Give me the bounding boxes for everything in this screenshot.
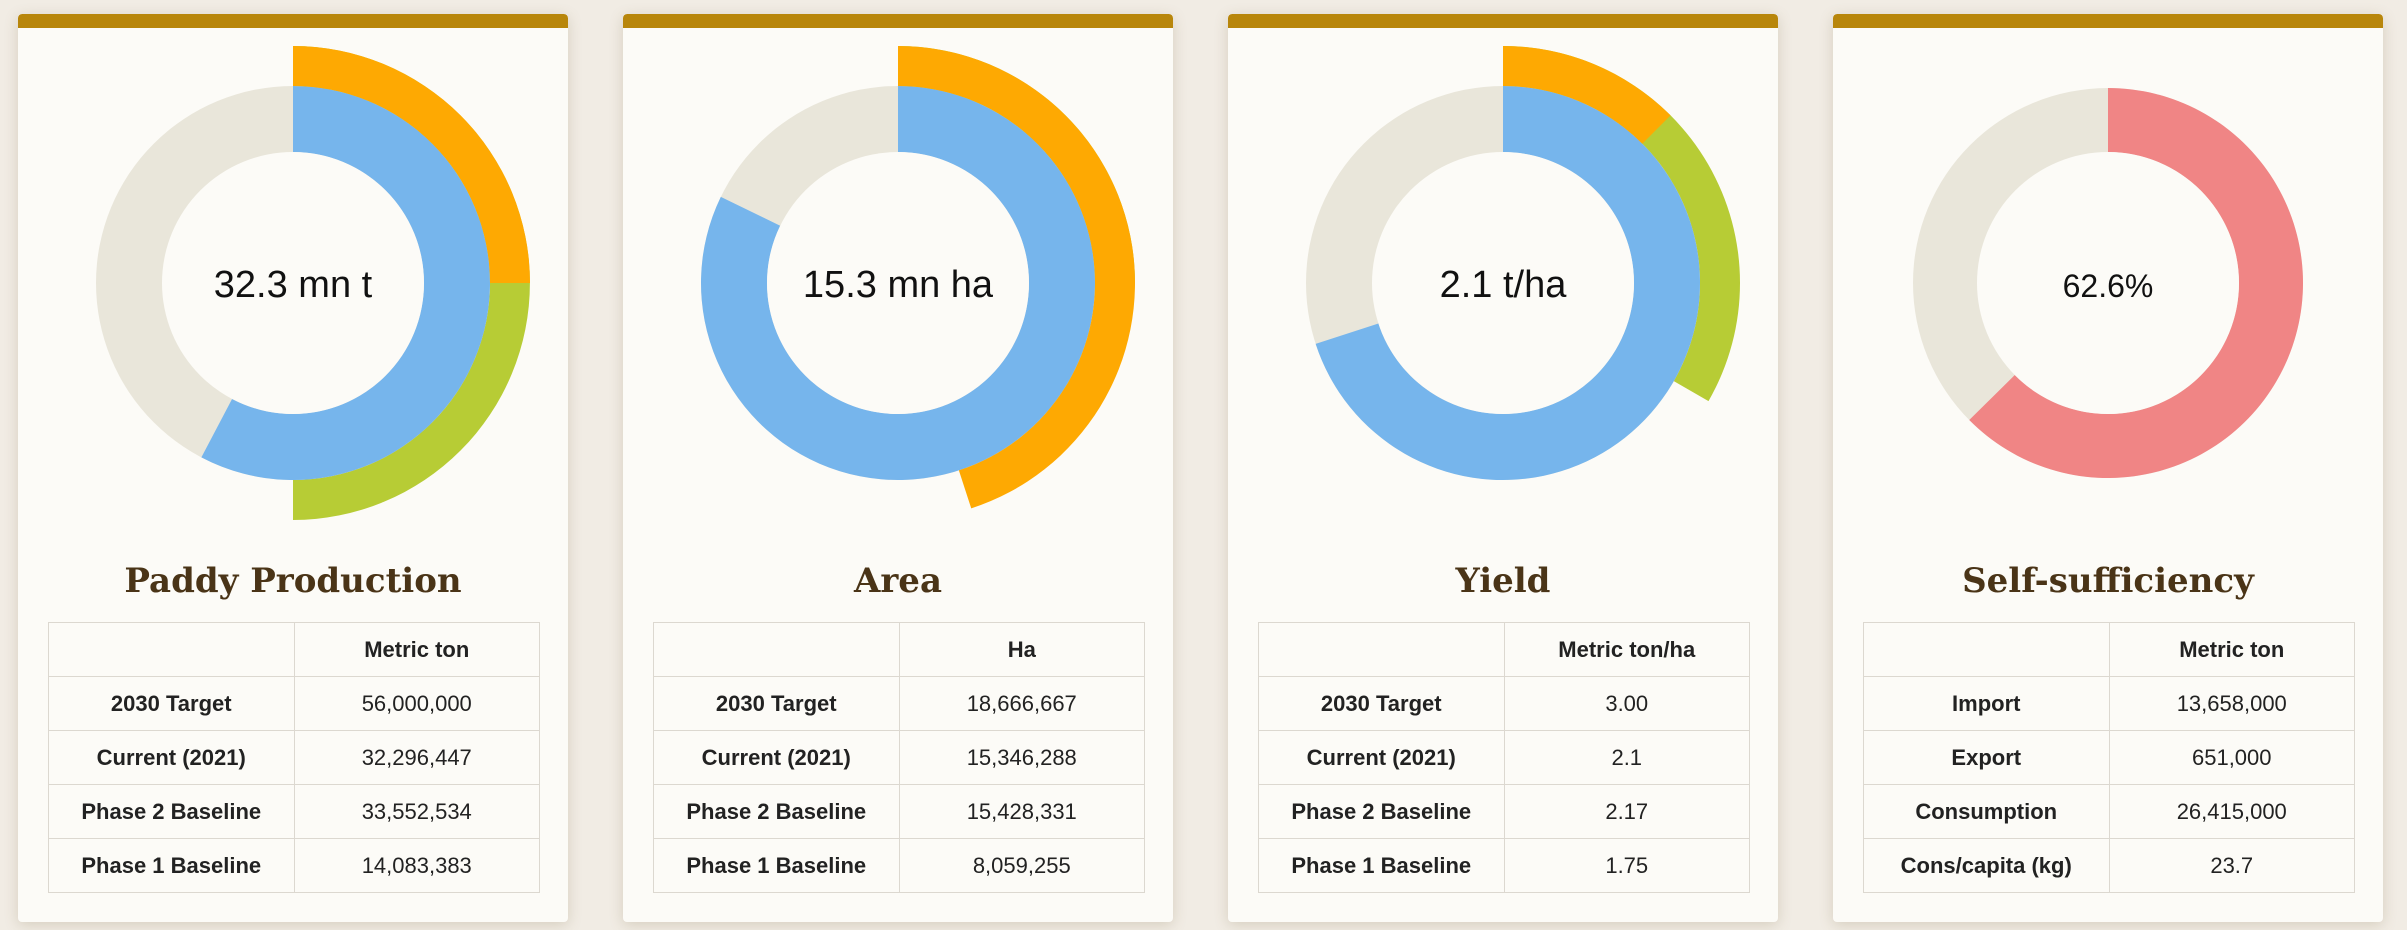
card-title: Yield [1455, 561, 1551, 601]
row-value: 26,415,000 [2108, 784, 2355, 839]
donut-chart-self-sufficiency: 62.6% [1913, 88, 2303, 479]
row-label: Phase 2 Baseline [1258, 784, 1505, 839]
card-title: Area [854, 561, 942, 601]
row-value: 2.17 [1503, 784, 1750, 839]
row-label: Current (2021) [48, 730, 295, 785]
card-accent-bar [1228, 14, 1778, 28]
center-value: 62.6% [2063, 268, 2154, 304]
row-label: 2030 Target [653, 676, 900, 731]
table-row: 2030 Target 56,000,000 [48, 676, 540, 731]
row-label: 2030 Target [1258, 676, 1505, 731]
row-label: Cons/capita (kg) [1863, 838, 2110, 893]
table-row: Import 13,658,000 [1863, 676, 2355, 731]
table-header-row: Ha [653, 622, 1145, 677]
row-label: Phase 1 Baseline [1258, 838, 1505, 893]
row-value: 13,658,000 [2108, 676, 2355, 731]
donut-chart-yield: 2.1 t/ha [1306, 46, 1740, 480]
row-label: Phase 2 Baseline [48, 784, 295, 839]
card-area: 15.3 mn ha Area Ha 2030 Target 18,666,667… [623, 14, 1173, 922]
row-label: Phase 1 Baseline [653, 838, 900, 893]
table-header-empty [48, 622, 295, 677]
row-value: 23.7 [2108, 838, 2355, 893]
table-header-unit: Metric ton [2108, 622, 2355, 677]
table-row: Export 651,000 [1863, 730, 2355, 785]
row-label: Import [1863, 676, 2110, 731]
table-header-empty [1863, 622, 2110, 677]
row-label: Consumption [1863, 784, 2110, 839]
card-paddy-production: 32.3 mn t Paddy Production Metric ton 20… [18, 14, 568, 922]
card-accent-bar [18, 14, 568, 28]
table-row: 2030 Target 3.00 [1258, 676, 1750, 731]
row-label: Phase 2 Baseline [653, 784, 900, 839]
row-value: 18,666,667 [898, 676, 1145, 731]
center-value: 2.1 t/ha [1440, 264, 1568, 306]
donut-chart-area: 15.3 mn ha [701, 46, 1135, 509]
table-header-empty [653, 622, 900, 677]
table-row: Current (2021) 32,296,447 [48, 730, 540, 785]
table-row: Current (2021) 2.1 [1258, 730, 1750, 785]
row-label: Current (2021) [653, 730, 900, 785]
row-value: 3.00 [1503, 676, 1750, 731]
row-value: 8,059,255 [898, 838, 1145, 893]
table-header-unit: Metric ton/ha [1503, 622, 1750, 677]
table-row: Phase 1 Baseline 1.75 [1258, 838, 1750, 893]
table-row: Phase 1 Baseline 14,083,383 [48, 838, 540, 893]
row-label: Current (2021) [1258, 730, 1505, 785]
table-row: Cons/capita (kg) 23.7 [1863, 838, 2355, 893]
table-header-row: Metric ton [48, 622, 540, 677]
metrics-table: Metric ton 2030 Target 56,000,000 Current… [48, 622, 540, 893]
card-title: Self-sufficiency [1962, 561, 2254, 601]
center-value: 15.3 mn ha [803, 264, 994, 306]
table-row: Phase 1 Baseline 8,059,255 [653, 838, 1145, 893]
row-label: Phase 1 Baseline [48, 838, 295, 893]
row-value: 32,296,447 [293, 730, 540, 785]
row-value: 2.1 [1503, 730, 1750, 785]
table-row: 2030 Target 18,666,667 [653, 676, 1145, 731]
row-value: 56,000,000 [293, 676, 540, 731]
metrics-table: Metric ton/ha 2030 Target 3.00 Current (2… [1258, 622, 1750, 893]
table-row: Phase 2 Baseline 33,552,534 [48, 784, 540, 839]
table-header-unit: Ha [898, 622, 1145, 677]
table-header-unit: Metric ton [293, 622, 540, 677]
card-accent-bar [623, 14, 1173, 28]
card-title: Paddy Production [124, 561, 462, 601]
table-header-row: Metric ton/ha [1258, 622, 1750, 677]
row-value: 15,346,288 [898, 730, 1145, 785]
row-value: 15,428,331 [898, 784, 1145, 839]
donut-chart-paddy-production: 32.3 mn t [96, 46, 530, 520]
card-yield: 2.1 t/ha Yield Metric ton/ha 2030 Target… [1228, 14, 1778, 922]
table-row: Phase 2 Baseline 15,428,331 [653, 784, 1145, 839]
row-value: 14,083,383 [293, 838, 540, 893]
table-header-empty [1258, 622, 1505, 677]
row-value: 651,000 [2108, 730, 2355, 785]
card-accent-bar [1833, 14, 2383, 28]
table-row: Phase 2 Baseline 2.17 [1258, 784, 1750, 839]
row-label: Export [1863, 730, 2110, 785]
row-value: 1.75 [1503, 838, 1750, 893]
row-label: 2030 Target [48, 676, 295, 731]
center-value: 32.3 mn t [214, 264, 373, 306]
table-header-row: Metric ton [1863, 622, 2355, 677]
card-self-sufficiency: 62.6% Self-sufficiency Metric ton Import… [1833, 14, 2383, 922]
table-row: Consumption 26,415,000 [1863, 784, 2355, 839]
metrics-table: Metric ton Import 13,658,000 Export 651,00… [1863, 622, 2355, 893]
metrics-table: Ha 2030 Target 18,666,667 Current (2021) 1… [653, 622, 1145, 893]
row-value: 33,552,534 [293, 784, 540, 839]
table-row: Current (2021) 15,346,288 [653, 730, 1145, 785]
